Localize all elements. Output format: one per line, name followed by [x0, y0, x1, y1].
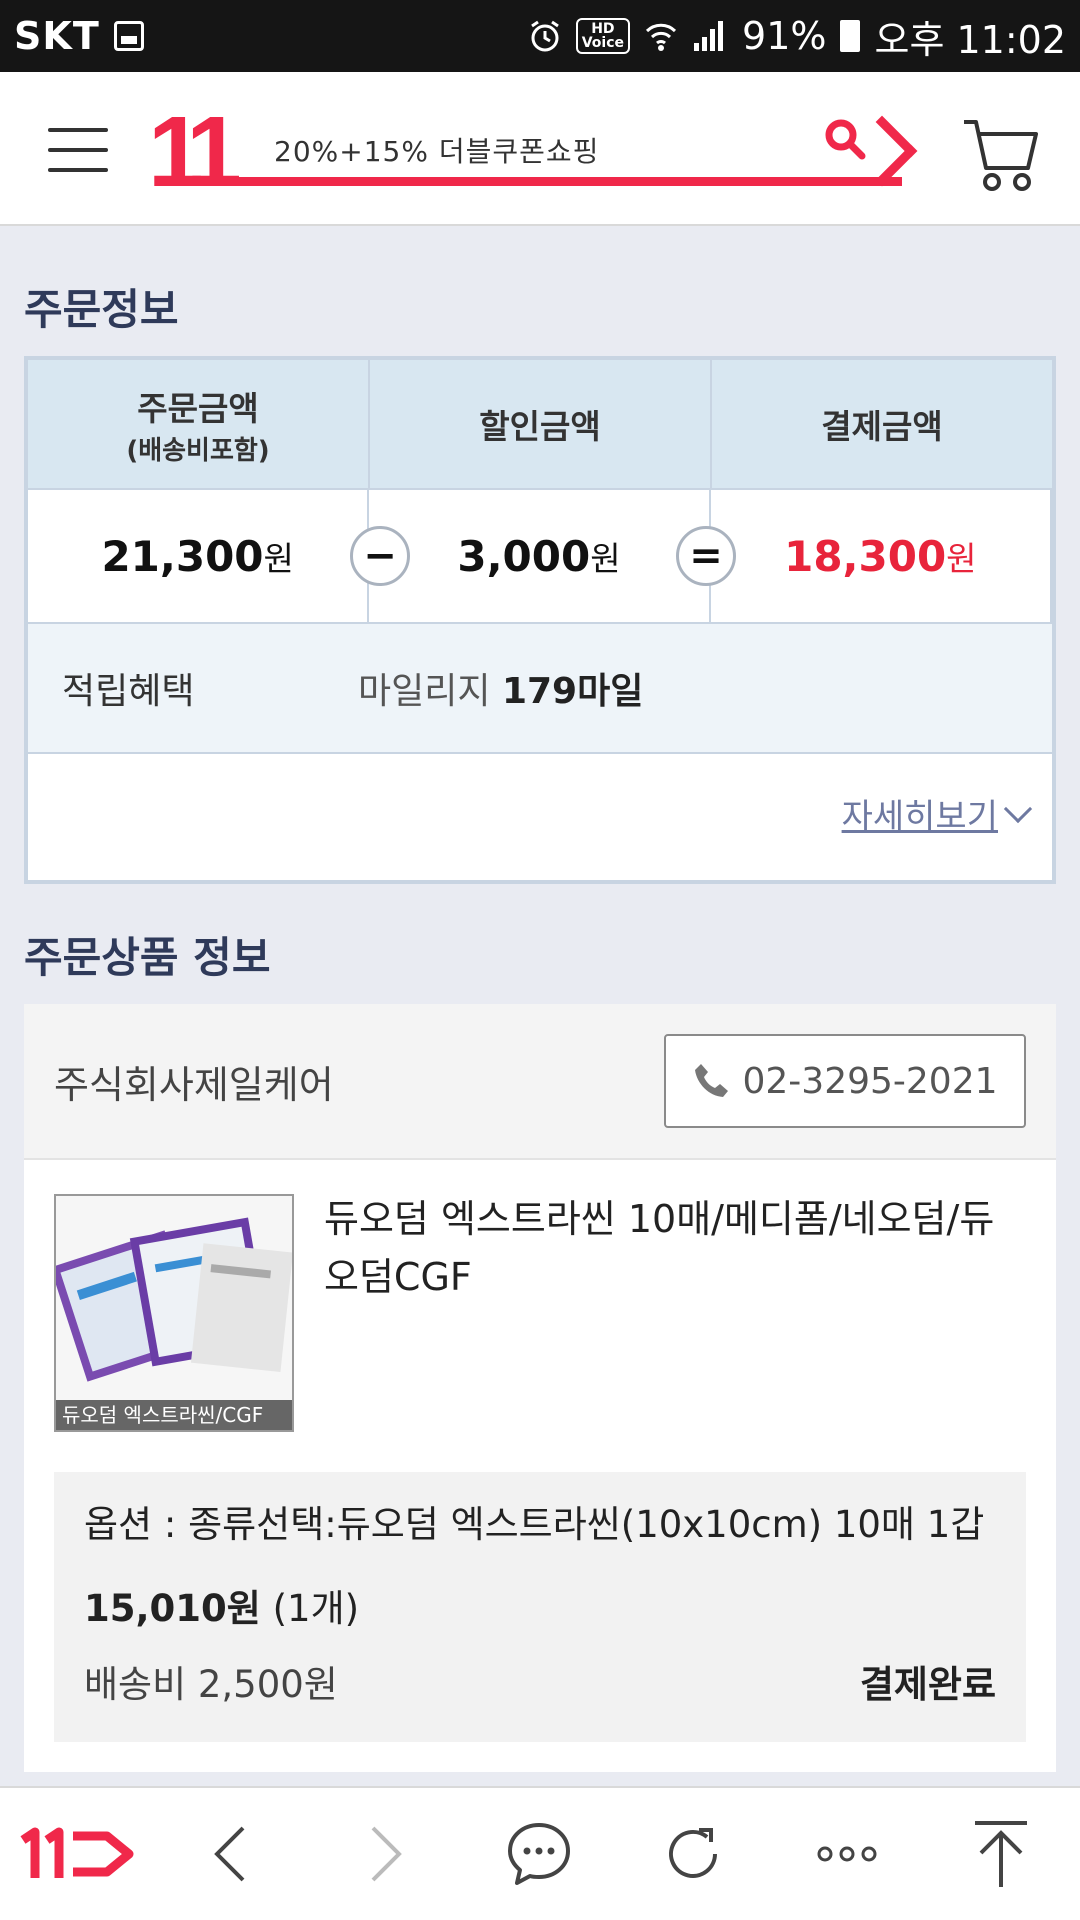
order-info-title: 주문정보 [24, 285, 179, 334]
cart-icon[interactable] [962, 116, 1038, 196]
search-underline [212, 177, 902, 186]
discount-amount-value: 3,000 [457, 531, 591, 581]
battery-icon [840, 20, 861, 52]
seller-row: 주식회사제일케어 02-3295-2021 [24, 1004, 1056, 1160]
search-promo-text[interactable]: 20%+15% 더블쿠폰쇼핑 [274, 130, 599, 170]
item-price: 15,010원 [84, 1587, 261, 1630]
discount-amount-header: 할인금액 [370, 360, 712, 488]
shipping-fee: 배송비 2,500원 [84, 1663, 338, 1706]
currency-unit: 원 [590, 539, 621, 578]
arrow-up-to-top-icon [975, 1821, 1027, 1887]
product-info-card: 주식회사제일케어 02-3295-2021 듀오덤 엑스트라씬/CGF 듀오덤 … [24, 1004, 1056, 1772]
order-amount-cell: 21,300 원 [28, 490, 370, 622]
home-logo-button[interactable] [0, 1787, 154, 1920]
forward-button[interactable] [308, 1787, 462, 1920]
order-table-header: 주문금액 (배송비포함) 할인금액 결제금액 [28, 360, 1052, 490]
scroll-top-button[interactable] [924, 1787, 1078, 1920]
chevron-right-icon [371, 1826, 402, 1882]
minus-operator-icon: − [350, 526, 410, 586]
payment-amount-label: 결제금액 [821, 407, 943, 446]
view-details-link[interactable]: 자세히보기 [841, 789, 1033, 838]
signal-icon [694, 21, 724, 51]
search-bar[interactable]: 20%+15% 더블쿠폰쇼핑 [212, 112, 918, 192]
product-package-image [56, 1196, 292, 1406]
view-details-label: 자세히보기 [841, 796, 998, 837]
chat-button[interactable] [462, 1787, 616, 1920]
hd-voice-icon: HD Voice [575, 18, 631, 54]
order-table-values: 21,300 원 3,000 원 18,300 원 − = [28, 490, 1052, 624]
shipping-included-note: (배송비포함) [126, 435, 270, 466]
option-summary: 옵션 : 종류선택:듀오덤 엑스트라씬(10x10cm) 10매 1갑 15,0… [54, 1472, 1026, 1742]
order-amount-header: 주문금액 (배송비포함) [28, 360, 370, 488]
image-notification-icon [113, 21, 144, 51]
payment-amount-value: 18,300 [784, 531, 947, 581]
clock: 오후 11:02 [874, 17, 1066, 62]
currency-unit: 원 [263, 539, 294, 578]
mileage-info: 마일리지 179마일 [358, 662, 643, 714]
phone-icon [695, 1064, 729, 1097]
equals-operator-icon: = [676, 526, 736, 586]
more-button[interactable] [770, 1787, 924, 1920]
chat-bubble-icon [508, 1823, 570, 1885]
discount-amount-cell: 3,000 원 [369, 490, 711, 622]
currency-unit: 원 [946, 539, 977, 578]
hamburger-menu-icon[interactable] [48, 128, 108, 178]
alarm-icon [530, 20, 559, 52]
chevron-down-icon [1003, 794, 1033, 824]
mileage-label: 마일리지 [358, 671, 491, 712]
product-name-link[interactable]: 듀오덤 엑스트라씬 10매/메디폼/네오덤/듀오덤CGF [324, 1190, 1024, 1306]
wifi-icon [645, 23, 677, 51]
status-bar: SKT HD Voice 91% 오후 11:02 [0, 0, 1080, 72]
order-status: 결제완료 [859, 1663, 996, 1706]
discount-amount-label: 할인금액 [479, 407, 601, 446]
product-thumbnail[interactable]: 듀오덤 엑스트라씬/CGF [54, 1194, 294, 1432]
seller-name: 주식회사제일케어 [54, 1062, 334, 1107]
chevron-left-icon [214, 1826, 245, 1882]
battery-percent: 91% [742, 14, 827, 58]
phone-number: 02-3295-2021 [742, 1060, 998, 1102]
carrier-label: SKT [14, 14, 100, 58]
price-quantity: 15,010원 (1개) [84, 1578, 996, 1632]
voice-label: Voice [581, 35, 625, 51]
option-text: 옵션 : 종류선택:듀오덤 엑스트라씬(10x10cm) 10매 1갑 [84, 1503, 985, 1546]
order-amount-value: 21,300 [101, 531, 264, 581]
refresh-button[interactable] [616, 1787, 770, 1920]
call-seller-button[interactable]: 02-3295-2021 [664, 1034, 1026, 1128]
detail-row: 자세히보기 [28, 754, 1052, 872]
search-icon[interactable] [824, 118, 866, 160]
more-dots-icon [817, 1846, 877, 1862]
payment-amount-header: 결제금액 [712, 360, 1052, 488]
back-button[interactable] [154, 1787, 308, 1920]
earn-benefit-row: 적립혜택 마일리지 179마일 [28, 624, 1052, 754]
product-summary: 듀오덤 엑스트라씬/CGF 듀오덤 엑스트라씬 10매/메디폼/네오덤/듀오덤C… [24, 1160, 1056, 1466]
shipping-status-row: 배송비 2,500원 결제완료 [84, 1654, 996, 1708]
item-quantity: (1개) [272, 1587, 360, 1630]
order-amount-label: 주문금액 [137, 388, 259, 428]
earn-benefit-label: 적립혜택 [62, 671, 195, 712]
app-header: 11 20%+15% 더블쿠폰쇼핑 [0, 72, 1080, 226]
thumbnail-caption: 듀오덤 엑스트라씬/CGF [56, 1400, 292, 1430]
payment-amount-cell: 18,300 원 [711, 490, 1052, 622]
eleven-home-icon [20, 1827, 134, 1878]
order-info-table: 주문금액 (배송비포함) 할인금액 결제금액 21,300 원 3,000 원 18… [24, 356, 1056, 884]
product-info-title: 주문상품 정보 [24, 933, 271, 982]
bottom-navigation [0, 1786, 1080, 1920]
refresh-icon [669, 1828, 717, 1878]
mileage-value: 179마일 [501, 671, 644, 712]
